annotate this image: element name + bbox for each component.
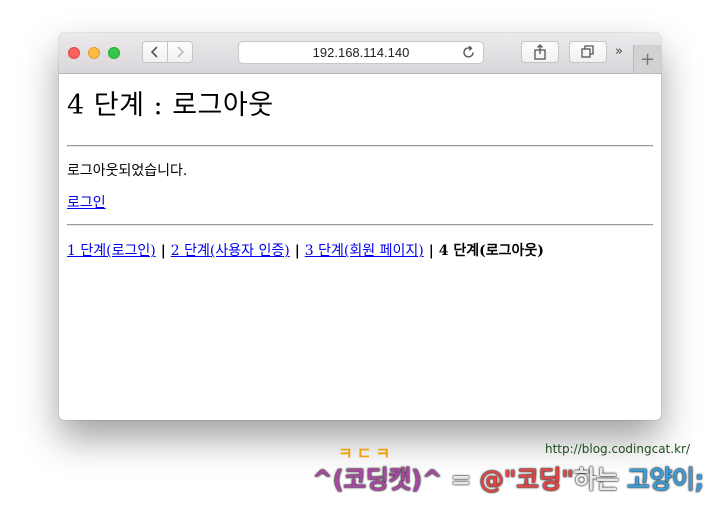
chevron-right-icon [177, 46, 185, 58]
zoom-window-button[interactable] [108, 47, 120, 59]
reload-icon[interactable] [461, 45, 476, 60]
address-text: 192.168.114.140 [312, 45, 410, 60]
step-separator: | [160, 243, 166, 259]
divider [67, 145, 653, 147]
step-1-link[interactable]: 1 단계(로그인) [67, 243, 156, 259]
tabs-overview-icon [581, 45, 594, 58]
watermark-part-3: @"코딩" [479, 465, 574, 494]
step-separator: | [428, 243, 434, 259]
divider [67, 224, 653, 226]
logout-message: 로그아웃되었습니다. [67, 163, 188, 179]
new-tab-button[interactable]: + [633, 45, 661, 73]
watermark-url: http://blog.codingcat.kr/ [545, 442, 690, 456]
watermark-part-2: = [442, 465, 480, 494]
step-separator: | [294, 243, 300, 259]
show-tabs-button[interactable] [569, 41, 607, 63]
login-link[interactable]: 로그인 [67, 192, 106, 212]
minimize-window-button[interactable] [88, 47, 100, 59]
watermark-part-5: 고양이; [626, 465, 705, 494]
share-icon [534, 44, 546, 60]
page-title: 4 단계 : 로그아웃 [67, 90, 274, 121]
step-2-link[interactable]: 2 단계(사용자 인증) [171, 243, 290, 259]
browser-window: 192.168.114.140 » + 4 단계 : 로그아웃 로그아웃되었습니… [59, 33, 661, 420]
address-bar[interactable]: 192.168.114.140 [238, 41, 484, 64]
step-3-link[interactable]: 3 단계(회원 페이지) [305, 243, 424, 259]
more-chevron-icon[interactable]: » [615, 44, 623, 59]
share-button[interactable] [521, 41, 559, 63]
watermark-main-text: ^(코딩캣)^ = @"코딩"하는 고양이; [312, 460, 704, 496]
close-window-button[interactable] [68, 47, 80, 59]
chevron-left-icon [150, 46, 158, 58]
page-content: 4 단계 : 로그아웃 로그아웃되었습니다. 로그인 1 단계(로그인) | 2 단… [67, 74, 653, 259]
browser-toolbar: 192.168.114.140 » + [59, 33, 661, 74]
forward-button[interactable] [167, 41, 193, 63]
watermark-part-4: 하는 [573, 465, 627, 494]
step-navigation: 1 단계(로그인) | 2 단계(사용자 인증) | 3 단계(회원 페이지) | 4 단계… [67, 240, 544, 260]
back-button[interactable] [142, 41, 168, 63]
step-4-current: 4 단계(로그아웃) [438, 243, 544, 259]
watermark-part-1: ^(코딩캣)^ [312, 465, 443, 494]
